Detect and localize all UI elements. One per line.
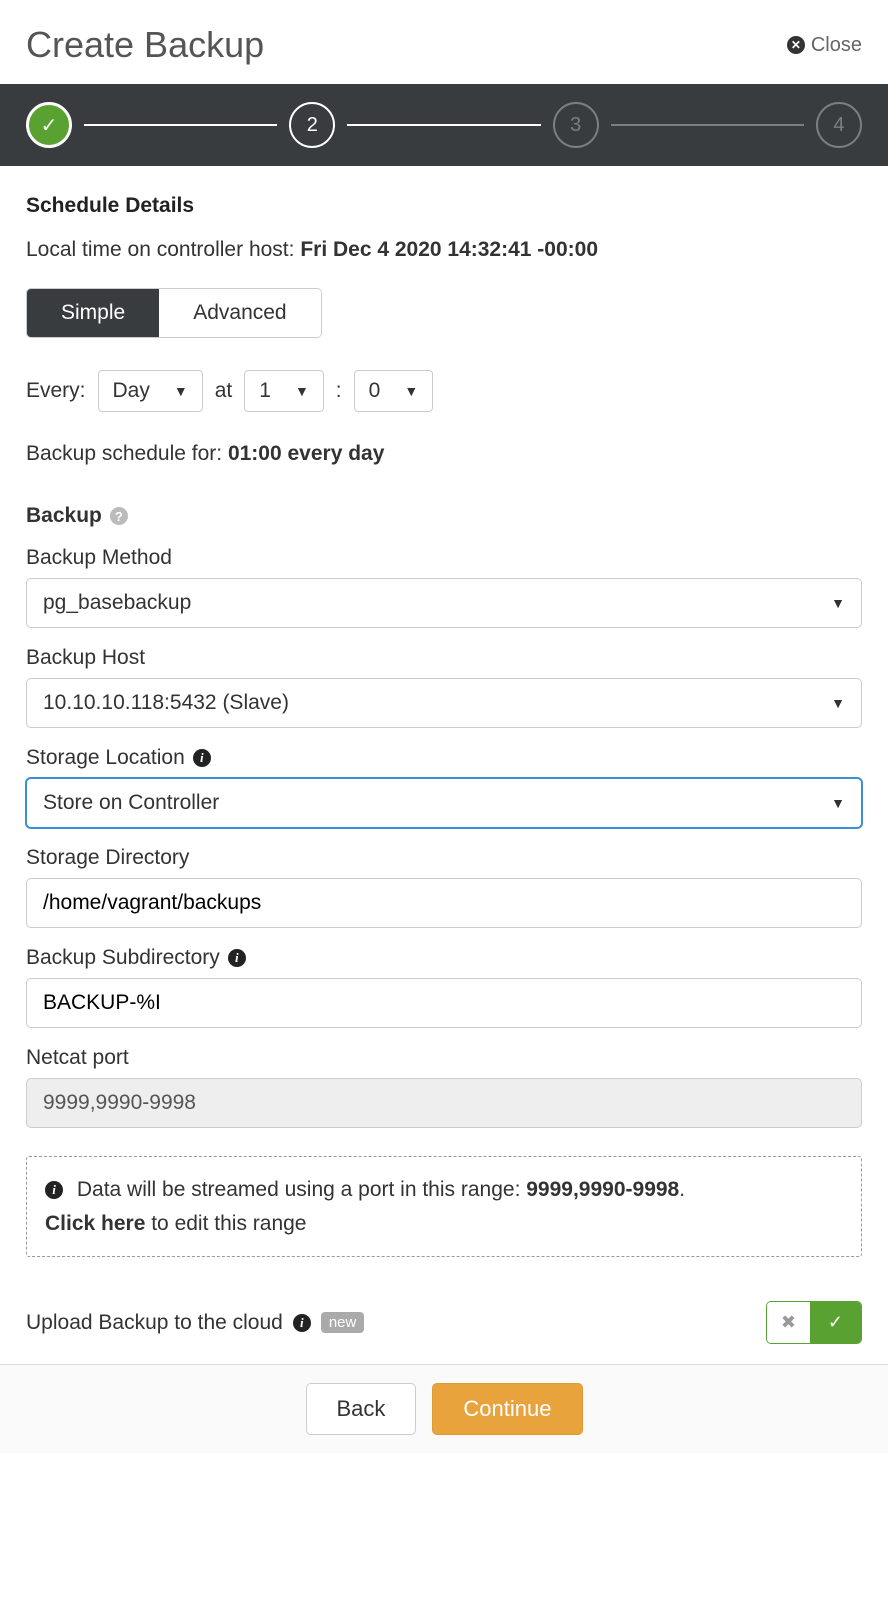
info-icon[interactable]: i	[228, 949, 246, 967]
new-badge: new	[321, 1312, 365, 1333]
schedule-title: Schedule Details	[26, 194, 862, 218]
host-select[interactable]: 10.10.10.118:5432 (Slave) ▼	[26, 678, 862, 728]
chevron-down-icon: ▼	[404, 383, 418, 399]
method-select[interactable]: pg_basebackup ▼	[26, 578, 862, 628]
info-icon: i	[45, 1181, 63, 1199]
step-2[interactable]: 2	[289, 102, 335, 148]
subdir-input[interactable]	[26, 978, 862, 1028]
step-line	[84, 124, 277, 126]
netcat-info-box: i Data will be streamed using a port in …	[26, 1156, 862, 1257]
info-icon[interactable]: i	[293, 1314, 311, 1332]
step-line	[611, 124, 804, 126]
every-select[interactable]: Day ▼	[98, 370, 203, 412]
storage-loc-label: Storage Location i	[26, 746, 862, 770]
toggle-off[interactable]: ✖	[767, 1302, 810, 1343]
method-label: Backup Method	[26, 546, 862, 570]
host-label: Backup Host	[26, 646, 862, 670]
tab-simple[interactable]: Simple	[27, 289, 159, 337]
hour-select[interactable]: 1 ▼	[244, 370, 324, 412]
edit-range-link[interactable]: Click here	[45, 1212, 145, 1235]
storage-dir-label: Storage Directory	[26, 846, 862, 870]
subdir-label: Backup Subdirectory i	[26, 946, 862, 970]
tab-advanced[interactable]: Advanced	[159, 289, 320, 337]
localtime-row: Local time on controller host: Fri Dec 4…	[26, 238, 862, 262]
netcat-label: Netcat port	[26, 1046, 862, 1070]
minute-select[interactable]: 0 ▼	[354, 370, 434, 412]
step-4[interactable]: 4	[816, 102, 862, 148]
every-label: Every:	[26, 379, 86, 403]
close-icon: ✕	[787, 36, 805, 54]
step-3[interactable]: 3	[553, 102, 599, 148]
close-label: Close	[811, 34, 862, 57]
at-label: at	[215, 379, 233, 403]
close-button[interactable]: ✕ Close	[787, 34, 862, 57]
colon-label: :	[336, 379, 342, 403]
schedule-mode-tabs: Simple Advanced	[26, 288, 322, 338]
check-icon: ✓	[41, 113, 58, 138]
storage-dir-input[interactable]	[26, 878, 862, 928]
netcat-input	[26, 1078, 862, 1128]
chevron-down-icon: ▼	[831, 695, 845, 711]
schedule-summary: Backup schedule for: 01:00 every day	[26, 442, 862, 466]
step-line	[347, 124, 540, 126]
chevron-down-icon: ▼	[831, 595, 845, 611]
chevron-down-icon: ▼	[831, 795, 845, 811]
toggle-on[interactable]: ✓	[810, 1302, 861, 1343]
page-title: Create Backup	[26, 24, 264, 66]
backup-title: Backup ?	[26, 504, 862, 528]
x-icon: ✖	[781, 1312, 796, 1332]
info-icon[interactable]: i	[193, 749, 211, 767]
stepper: ✓ 2 3 4	[0, 84, 888, 166]
continue-button[interactable]: Continue	[432, 1383, 582, 1435]
help-icon[interactable]: ?	[110, 507, 128, 525]
upload-label: Upload Backup to the cloud	[26, 1311, 283, 1335]
back-button[interactable]: Back	[306, 1383, 417, 1435]
upload-toggle[interactable]: ✖ ✓	[766, 1301, 862, 1344]
chevron-down-icon: ▼	[174, 383, 188, 399]
chevron-down-icon: ▼	[295, 383, 309, 399]
step-1[interactable]: ✓	[26, 102, 72, 148]
check-icon: ✓	[828, 1312, 843, 1332]
storage-loc-select[interactable]: Store on Controller ▼	[26, 778, 862, 828]
